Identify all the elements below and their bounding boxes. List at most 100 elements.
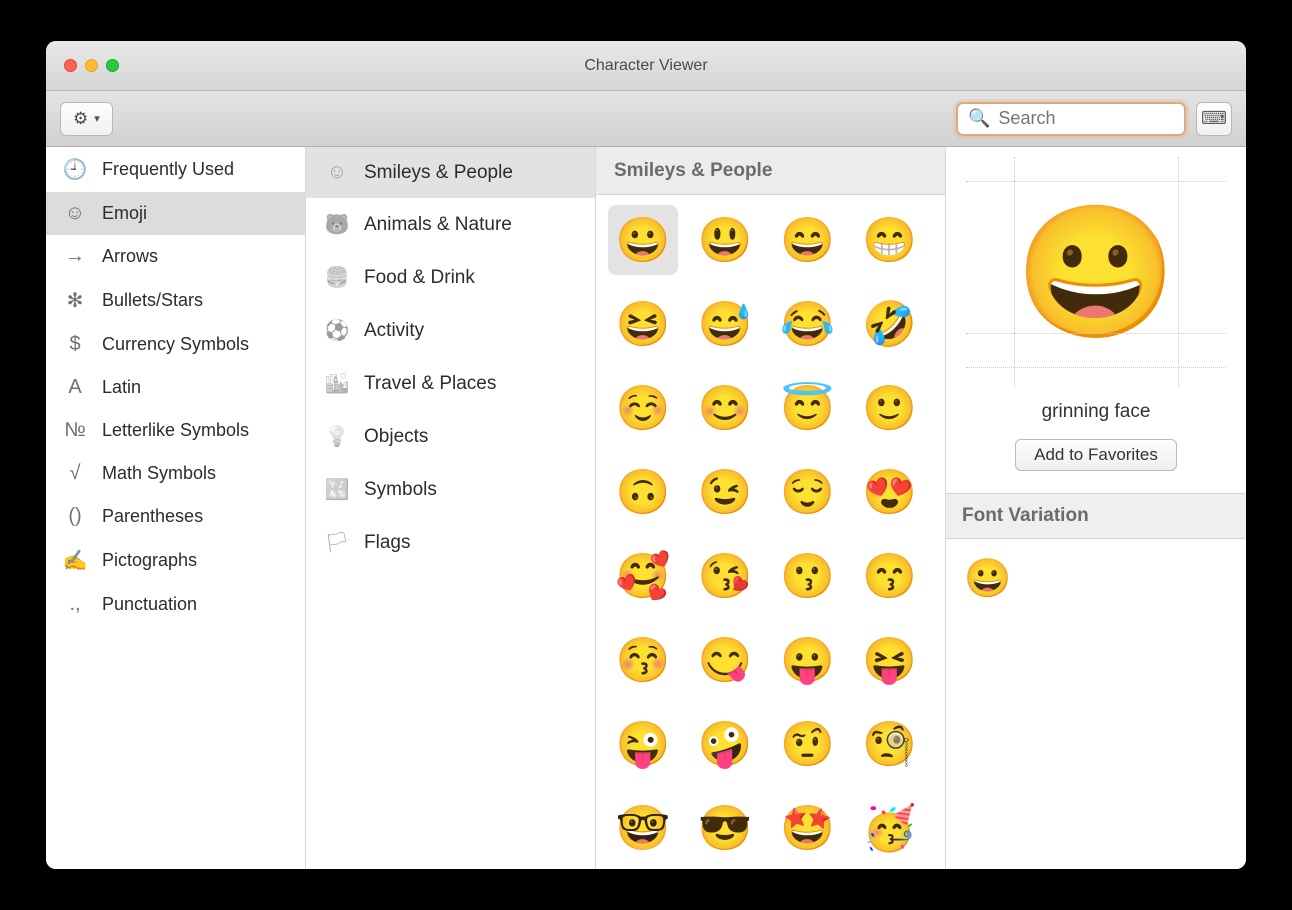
glyph-metrics-box: 😀	[966, 157, 1226, 387]
character-cell[interactable]: 😋	[690, 625, 760, 695]
character-cell[interactable]: 🙂	[855, 373, 925, 443]
character-cell[interactable]: 🤓	[608, 793, 678, 863]
detail-panel: 😀 grinning face Add to Favorites Font Va…	[946, 147, 1246, 869]
category-item-parentheses[interactable]: () Parentheses	[46, 495, 305, 538]
character-cell[interactable]: ☺️	[608, 373, 678, 443]
character-cell[interactable]: 🥰	[608, 541, 678, 611]
category-item-bullets-stars[interactable]: ✻ Bullets/Stars	[46, 278, 305, 323]
category-label: Pictographs	[102, 550, 197, 571]
category-label: Bullets/Stars	[102, 290, 203, 311]
subcategory-label: Objects	[364, 426, 428, 448]
character-cell[interactable]: 🤣	[855, 289, 925, 359]
category-icon: ✻	[62, 288, 88, 313]
category-label: Arrows	[102, 246, 158, 267]
font-variation-header: Font Variation	[946, 493, 1246, 539]
subcategory-item-objects[interactable]: 💡 Objects	[306, 410, 595, 463]
character-cell[interactable]: 😊	[690, 373, 760, 443]
category-icon: $	[62, 333, 88, 356]
character-cell[interactable]: 😙	[855, 541, 925, 611]
content-area: 🕘Frequently Used☺Emoji→Arrows ✻ Bullets/St…	[46, 147, 1246, 869]
subcategory-item-travel-places[interactable]: 🏙Travel & Places	[306, 357, 595, 410]
category-item-frequently-used[interactable]: 🕘Frequently Used	[46, 147, 305, 192]
grid-icon: ⌨︎	[1201, 108, 1227, 129]
subcategory-icon: 💡	[324, 424, 350, 449]
character-cell[interactable]: 🥳	[855, 793, 925, 863]
category-icon: A	[62, 376, 88, 399]
character-cell[interactable]: 🤨	[773, 709, 843, 779]
character-name-label: grinning face	[1042, 401, 1151, 423]
character-cell[interactable]: 😍	[855, 457, 925, 527]
category-item-letterlike-symbols[interactable]: №Letterlike Symbols	[46, 409, 305, 452]
search-field[interactable]: 🔍	[956, 102, 1186, 136]
category-label: Latin	[102, 377, 141, 398]
category-label: Punctuation	[102, 594, 197, 615]
character-cell[interactable]: 😛	[773, 625, 843, 695]
subcategory-item-smileys-people[interactable]: ☺Smileys & People	[306, 147, 595, 198]
character-cell[interactable]: 😎	[690, 793, 760, 863]
character-cell[interactable]: 😁	[855, 205, 925, 275]
character-preview-glyph: 😀	[1015, 207, 1177, 337]
subcategory-label: Animals & Nature	[364, 214, 512, 236]
category-item-arrows[interactable]: →Arrows	[46, 235, 305, 278]
category-icon: 🕘	[62, 157, 88, 182]
search-icon: 🔍	[968, 108, 990, 129]
category-item-emoji[interactable]: ☺Emoji	[46, 192, 305, 235]
toggle-collapsed-view-button[interactable]: ⌨︎	[1196, 102, 1232, 136]
titlebar: Character Viewer	[46, 41, 1246, 91]
character-cell[interactable]: 😘	[690, 541, 760, 611]
character-cell[interactable]: 😜	[608, 709, 678, 779]
category-label: Letterlike Symbols	[102, 420, 249, 441]
subcategory-item-flags[interactable]: 🏳Flags	[306, 516, 595, 569]
character-cell[interactable]: 😆	[608, 289, 678, 359]
category-item-math-symbols[interactable]: √ Math Symbols	[46, 452, 305, 495]
category-icon: √	[62, 462, 88, 485]
character-cell[interactable]: 🤪	[690, 709, 760, 779]
subcategory-icon: 🐻	[324, 212, 350, 237]
settings-menu-button[interactable]: ⚙︎ ▾	[60, 102, 113, 136]
subcategory-item-symbols[interactable]: 🔣Symbols	[306, 463, 595, 516]
character-cell[interactable]: 😄	[773, 205, 843, 275]
character-cell[interactable]: 😂	[773, 289, 843, 359]
character-preview: 😀 grinning face Add to Favorites	[946, 147, 1246, 471]
character-cell[interactable]: 😇	[773, 373, 843, 443]
character-cell[interactable]: 😀	[608, 205, 678, 275]
subcategory-label: Food & Drink	[364, 267, 475, 289]
character-cell[interactable]: 😌	[773, 457, 843, 527]
search-input[interactable]	[998, 108, 1174, 129]
category-icon: ✍	[62, 548, 88, 573]
gear-icon: ⚙︎	[73, 109, 88, 129]
subcategory-label: Flags	[364, 532, 410, 554]
character-cell[interactable]: 😃	[690, 205, 760, 275]
character-cell[interactable]: 😗	[773, 541, 843, 611]
character-cell[interactable]: 😝	[855, 625, 925, 695]
character-cell[interactable]: 😉	[690, 457, 760, 527]
font-variation-glyph[interactable]: 😀	[946, 539, 1246, 619]
category-label: Math Symbols	[102, 463, 216, 484]
category-item-pictographs[interactable]: ✍ Pictographs	[46, 538, 305, 583]
character-cell[interactable]: 😚	[608, 625, 678, 695]
character-cell[interactable]: 😅	[690, 289, 760, 359]
subcategory-icon: ☺	[324, 161, 350, 184]
subcategory-item-activity[interactable]: ⚽Activity	[306, 304, 595, 357]
character-cell[interactable]: 🙃	[608, 457, 678, 527]
character-cell[interactable]: 🧐	[855, 709, 925, 779]
category-item-punctuation[interactable]: .,Punctuation	[46, 583, 305, 626]
subcategory-item-food-drink[interactable]: 🍔 Food & Drink	[306, 251, 595, 304]
chevron-down-icon: ▾	[94, 112, 100, 125]
subcategory-label: Activity	[364, 320, 424, 342]
category-sidebar: 🕘Frequently Used☺Emoji→Arrows ✻ Bullets/St…	[46, 147, 306, 869]
subcategory-label: Symbols	[364, 479, 437, 501]
category-item-currency-symbols[interactable]: $Currency Symbols	[46, 323, 305, 366]
subcategory-icon: 🍔	[324, 265, 350, 290]
category-icon: ()	[62, 505, 88, 528]
subcategory-sidebar: ☺Smileys & People 🐻 Animals & Nature 🍔 Food …	[306, 147, 596, 869]
toolbar: ⚙︎ ▾ 🔍 ⌨︎	[46, 91, 1246, 147]
add-to-favorites-button[interactable]: Add to Favorites	[1015, 439, 1177, 471]
character-cell[interactable]: 🤩	[773, 793, 843, 863]
category-label: Parentheses	[102, 506, 203, 527]
category-icon: ☺	[62, 202, 88, 225]
subcategory-item-animals-nature[interactable]: 🐻 Animals & Nature	[306, 198, 595, 251]
grid-section-header: Smileys & People	[596, 147, 945, 195]
character-grid-panel: Smileys & People 😀😃😄😁 😆😅😂🤣 ☺️😊😇🙂 🙃😉😌😍 🥰😘😗😙 😚😋…	[596, 147, 946, 869]
category-item-latin[interactable]: A Latin	[46, 366, 305, 409]
